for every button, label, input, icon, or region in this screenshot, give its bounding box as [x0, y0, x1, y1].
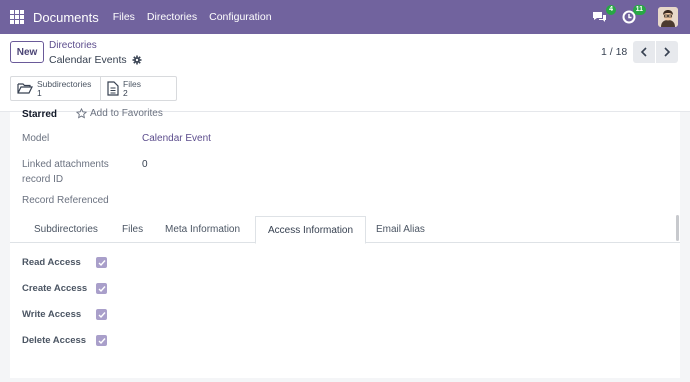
read-access-label: Read Access	[22, 257, 81, 268]
check-icon	[98, 259, 106, 266]
files-label: Files	[123, 78, 141, 89]
star-outline-icon	[76, 108, 87, 119]
chevron-right-icon	[664, 47, 671, 57]
linked-attachments-value[interactable]: 0	[142, 159, 148, 170]
write-access-label: Write Access	[22, 309, 82, 320]
record-title: Calendar Events	[49, 54, 127, 66]
messages-button[interactable]: 4	[590, 5, 616, 26]
linked-attachments-label: Linked attachments	[22, 159, 109, 170]
starred-label: Starred	[22, 109, 58, 120]
menu-files[interactable]: Files	[113, 11, 135, 23]
subdirectories-smart-button[interactable]: Subdirectories 1	[11, 77, 100, 100]
smart-buttons: Subdirectories 1 Files 2	[10, 76, 177, 101]
messages-count-badge: 4	[606, 5, 616, 15]
control-panel: New Directories Calendar Events 1 / 18 S…	[0, 34, 690, 112]
delete-access-row: Delete Access	[22, 335, 107, 346]
chevron-left-icon	[640, 47, 647, 57]
new-button[interactable]: New	[10, 41, 44, 63]
create-access-label: Create Access	[22, 283, 88, 294]
check-icon	[98, 311, 106, 318]
chat-icon	[592, 11, 606, 22]
tab-email-alias[interactable]: Email Alias	[364, 216, 437, 243]
form-sheet: Starred Add to Favorites Model Calendar …	[10, 108, 680, 378]
file-text-icon	[107, 81, 119, 96]
pager-value[interactable]: 1 / 18	[601, 46, 627, 58]
breadcrumb-directories[interactable]: Directories	[49, 40, 97, 51]
read-access-checkbox[interactable]	[96, 257, 107, 268]
pager-next-button[interactable]	[656, 41, 678, 63]
folder-open-icon	[17, 83, 33, 94]
check-icon	[98, 337, 106, 344]
delete-access-checkbox[interactable]	[96, 335, 107, 346]
add-to-favorites-label: Add to Favorites	[90, 108, 163, 119]
subdirectories-label: Subdirectories	[37, 78, 92, 89]
pager-previous-button[interactable]	[633, 41, 655, 63]
tab-meta-information[interactable]: Meta Information	[153, 216, 252, 243]
apps-grid-icon[interactable]	[10, 10, 24, 24]
tab-files[interactable]: Files	[110, 216, 155, 243]
files-count: 2	[123, 87, 128, 98]
notebook-tabs: Subdirectories Files Meta Information Ac…	[10, 216, 680, 244]
write-access-checkbox[interactable]	[96, 309, 107, 320]
linked-attachments-label-line2: record ID	[22, 174, 64, 185]
delete-access-label: Delete Access	[22, 335, 87, 346]
activities-button[interactable]: 11	[620, 5, 646, 26]
create-access-row: Create Access	[22, 283, 107, 294]
menu-configuration[interactable]: Configuration	[209, 11, 271, 23]
tab-subdirectories[interactable]: Subdirectories	[22, 216, 110, 243]
write-access-row: Write Access	[22, 309, 107, 320]
add-to-favorites-button[interactable]: Add to Favorites	[76, 108, 163, 119]
top-navbar: Documents Files Directories Configuratio…	[0, 0, 690, 34]
record-referenced-label: Record Referenced	[22, 195, 109, 206]
model-value-link[interactable]: Calendar Event	[142, 133, 211, 144]
files-smart-button[interactable]: Files 2	[100, 77, 176, 100]
app-name[interactable]: Documents	[33, 10, 99, 25]
subdirectories-count: 1	[37, 87, 42, 98]
scrollbar-thumb[interactable]	[676, 215, 679, 241]
user-avatar[interactable]	[658, 7, 678, 27]
gear-icon[interactable]	[132, 55, 142, 65]
check-icon	[98, 285, 106, 292]
menu-directories[interactable]: Directories	[147, 11, 197, 23]
model-label: Model	[22, 133, 50, 144]
read-access-row: Read Access	[22, 257, 107, 268]
create-access-checkbox[interactable]	[96, 283, 107, 294]
breadcrumb-current: Calendar Events	[49, 54, 142, 66]
activities-count-badge: 11	[632, 5, 646, 15]
tab-access-information[interactable]: Access Information	[255, 216, 367, 244]
